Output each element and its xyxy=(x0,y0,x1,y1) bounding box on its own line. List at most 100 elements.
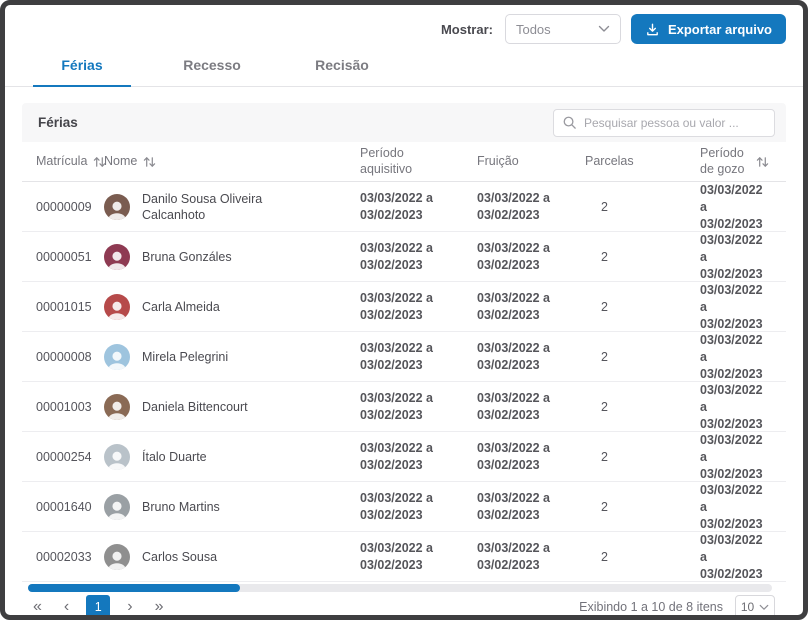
sort-icon[interactable] xyxy=(143,156,156,168)
next-page-button[interactable]: › xyxy=(116,595,143,619)
avatar xyxy=(104,344,130,370)
tab-recesso[interactable]: Recesso xyxy=(163,50,261,86)
show-filter-label: Mostrar: xyxy=(441,22,493,37)
name-cell: Danilo Sousa Oliveira Calcanhoto xyxy=(104,191,360,224)
column-header-fruicao: Fruição xyxy=(477,154,585,170)
table-row[interactable]: 00001003 Daniela Bittencourt 03/03/2022 … xyxy=(22,382,786,432)
export-file-label: Exportar arquivo xyxy=(668,22,772,37)
table-row[interactable]: 00000051 Bruna Gonzáles 03/03/2022 a 03/… xyxy=(22,232,786,282)
footer-right: Exibindo 1 a 10 de 8 itens 10 xyxy=(579,595,775,619)
periodo-aquisitivo-cell: 03/03/2022 a 03/02/2023 xyxy=(360,240,446,274)
search-icon xyxy=(562,115,577,130)
periodo-aquisitivo-cell: 03/03/2022 a 03/02/2023 xyxy=(360,440,446,474)
chevron-down-icon xyxy=(598,25,610,33)
periodo-gozo-cell: 03/03/2022 a 03/02/2023 xyxy=(700,432,772,483)
fruicao-cell: 03/03/2022 a 03/02/2023 xyxy=(477,490,563,524)
table-row[interactable]: 00001640 Bruno Martins 03/03/2022 a 03/0… xyxy=(22,482,786,532)
column-header-periodo-gozo[interactable]: Período de gozo xyxy=(700,146,772,177)
items-summary: Exibindo 1 a 10 de 8 itens xyxy=(579,600,723,614)
periodo-gozo-cell: 03/03/2022 a 03/02/2023 xyxy=(700,232,772,283)
parcelas-cell: 2 xyxy=(585,250,700,264)
fruicao-cell: 03/03/2022 a 03/02/2023 xyxy=(477,290,563,324)
matricula-cell: 00002033 xyxy=(36,550,104,564)
table-title-bar: Férias xyxy=(22,103,786,142)
periodo-gozo-cell: 03/03/2022 a 03/02/2023 xyxy=(700,532,772,583)
matricula-cell: 00000008 xyxy=(36,350,104,364)
fruicao-cell: 03/03/2022 a 03/02/2023 xyxy=(477,540,563,574)
column-header-nome[interactable]: Nome xyxy=(104,154,360,170)
column-header-matricula[interactable]: Matrícula xyxy=(36,154,104,170)
employee-name: Carlos Sousa xyxy=(142,549,217,565)
avatar xyxy=(104,544,130,570)
table-row[interactable]: 00000009 Danilo Sousa Oliveira Calcanhot… xyxy=(22,182,786,232)
employee-name: Danilo Sousa Oliveira Calcanhoto xyxy=(142,191,300,224)
search-input[interactable] xyxy=(584,116,766,130)
avatar xyxy=(104,494,130,520)
current-page-button[interactable]: 1 xyxy=(86,595,110,619)
matricula-cell: 00000009 xyxy=(36,200,104,214)
parcelas-cell: 2 xyxy=(585,450,700,464)
page-size-select[interactable]: 10 xyxy=(735,595,775,619)
name-cell: Carlos Sousa xyxy=(104,544,360,570)
parcelas-cell: 2 xyxy=(585,350,700,364)
matricula-cell: 00001640 xyxy=(36,500,104,514)
table-row[interactable]: 00000254 Ítalo Duarte 03/03/2022 a 03/02… xyxy=(22,432,786,482)
tab-ferias[interactable]: Férias xyxy=(33,50,131,86)
periodo-aquisitivo-cell: 03/03/2022 a 03/02/2023 xyxy=(360,340,446,374)
scrollbar-thumb[interactable] xyxy=(28,584,240,592)
ferias-table-card: Férias Matrícula N xyxy=(22,103,786,582)
table-row[interactable]: 00000008 Mirela Pelegrini 03/03/2022 a 0… xyxy=(22,332,786,382)
show-filter-value: Todos xyxy=(516,22,551,37)
matricula-cell: 00001003 xyxy=(36,400,104,414)
periodo-gozo-cell: 03/03/2022 a 03/02/2023 xyxy=(700,382,772,433)
parcelas-cell: 2 xyxy=(585,500,700,514)
avatar xyxy=(104,394,130,420)
export-file-button[interactable]: Exportar arquivo xyxy=(631,14,786,44)
employee-name: Bruna Gonzáles xyxy=(142,249,232,265)
fruicao-cell: 03/03/2022 a 03/02/2023 xyxy=(477,190,563,224)
parcelas-cell: 2 xyxy=(585,300,700,314)
sort-icon[interactable] xyxy=(756,156,769,168)
search-box[interactable] xyxy=(553,109,775,137)
scrollbar-track xyxy=(28,584,772,592)
tab-recisao[interactable]: Recisão xyxy=(293,50,391,86)
employee-name: Daniela Bittencourt xyxy=(142,399,248,415)
previous-page-button[interactable]: ‹ xyxy=(53,595,80,619)
periodo-gozo-cell: 03/03/2022 a 03/02/2023 xyxy=(700,332,772,383)
periodo-aquisitivo-cell: 03/03/2022 a 03/02/2023 xyxy=(360,540,446,574)
periodo-gozo-cell: 03/03/2022 a 03/02/2023 xyxy=(700,182,772,233)
last-page-button[interactable]: » xyxy=(144,595,175,619)
avatar xyxy=(104,294,130,320)
column-header-parcelas: Parcelas xyxy=(585,154,700,170)
periodo-aquisitivo-cell: 03/03/2022 a 03/02/2023 xyxy=(360,290,446,324)
avatar xyxy=(104,194,130,220)
matricula-cell: 00000051 xyxy=(36,250,104,264)
name-cell: Mirela Pelegrini xyxy=(104,344,360,370)
table-row[interactable]: 00001015 Carla Almeida 03/03/2022 a 03/0… xyxy=(22,282,786,332)
table-footer: « ‹ 1 › » Exibindo 1 a 10 de 8 itens 10 xyxy=(22,595,775,619)
app-window: Mostrar: Todos Exportar arquivo Férias R… xyxy=(0,0,808,620)
employee-name: Mirela Pelegrini xyxy=(142,349,228,365)
periodo-gozo-cell: 03/03/2022 a 03/02/2023 xyxy=(700,482,772,533)
horizontal-scrollbar xyxy=(28,584,772,592)
employee-name: Carla Almeida xyxy=(142,299,220,315)
parcelas-cell: 2 xyxy=(585,200,700,214)
periodo-gozo-cell: 03/03/2022 a 03/02/2023 xyxy=(700,282,772,333)
periodo-aquisitivo-cell: 03/03/2022 a 03/02/2023 xyxy=(360,190,446,224)
fruicao-cell: 03/03/2022 a 03/02/2023 xyxy=(477,340,563,374)
parcelas-cell: 2 xyxy=(585,550,700,564)
download-icon xyxy=(645,22,660,37)
column-header-periodo-aquisitivo: Período aquisitivo xyxy=(360,146,477,177)
avatar xyxy=(104,244,130,270)
employee-name: Bruno Martins xyxy=(142,499,220,515)
name-cell: Bruna Gonzáles xyxy=(104,244,360,270)
first-page-button[interactable]: « xyxy=(22,595,53,619)
show-filter-select[interactable]: Todos xyxy=(505,14,621,44)
parcelas-cell: 2 xyxy=(585,400,700,414)
table-row[interactable]: 00002033 Carlos Sousa 03/03/2022 a 03/02… xyxy=(22,532,786,582)
matricula-cell: 00001015 xyxy=(36,300,104,314)
table-header-row: Matrícula Nome Período aquisitivo xyxy=(22,142,786,182)
page-size-value: 10 xyxy=(741,600,754,614)
fruicao-cell: 03/03/2022 a 03/02/2023 xyxy=(477,240,563,274)
name-cell: Carla Almeida xyxy=(104,294,360,320)
